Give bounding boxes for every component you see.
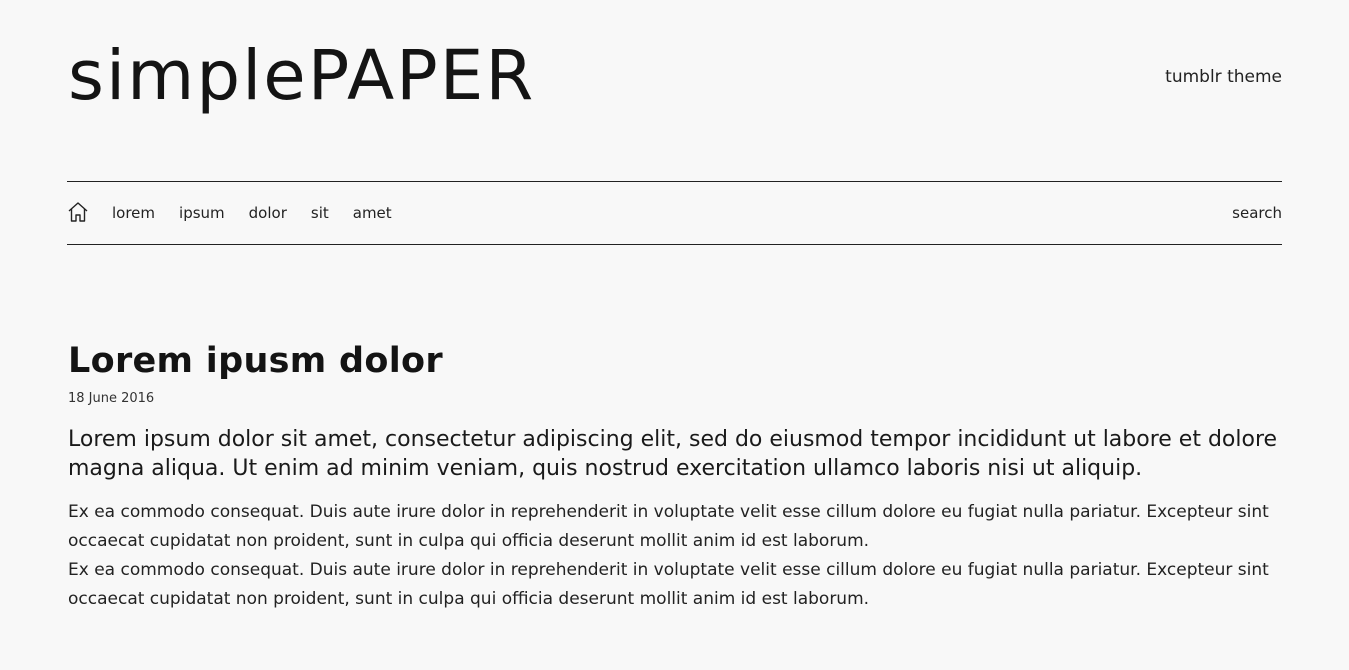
nav-link-dolor[interactable]: dolor [249, 202, 287, 224]
nav-link-amet[interactable]: amet [353, 202, 392, 224]
home-icon[interactable] [67, 201, 89, 223]
main-nav: lorem ipsum dolor sit amet search [67, 181, 1282, 245]
post-date[interactable]: 18 June 2016 [68, 390, 1282, 408]
nav-link-ipsum[interactable]: ipsum [179, 202, 225, 224]
site-tagline: tumblr theme [1165, 67, 1282, 87]
post-paragraph: Ex ea commodo consequat. Duis aute irure… [68, 502, 1269, 551]
site-logo[interactable]: simplePAPER [68, 36, 535, 116]
site-header: simplePAPER tumblr theme [68, 36, 1282, 126]
post-title[interactable]: Lorem ipusm dolor [68, 338, 1282, 384]
post-lead-paragraph: Lorem ipsum dolor sit amet, consectetur … [68, 427, 1278, 481]
nav-link-sit[interactable]: sit [311, 202, 329, 224]
post-paragraph: Ex ea commodo consequat. Duis aute irure… [68, 560, 1269, 609]
search-link[interactable]: search [1232, 202, 1282, 224]
nav-links: lorem ipsum dolor sit amet [112, 202, 416, 224]
page: simplePAPER tumblr theme lorem ipsum dol… [0, 0, 1349, 670]
post-body: Ex ea commodo consequat. Duis aute irure… [68, 498, 1282, 614]
nav-link-lorem[interactable]: lorem [112, 202, 155, 224]
post: Lorem ipusm dolor 18 June 2016 Lorem ips… [68, 338, 1282, 614]
